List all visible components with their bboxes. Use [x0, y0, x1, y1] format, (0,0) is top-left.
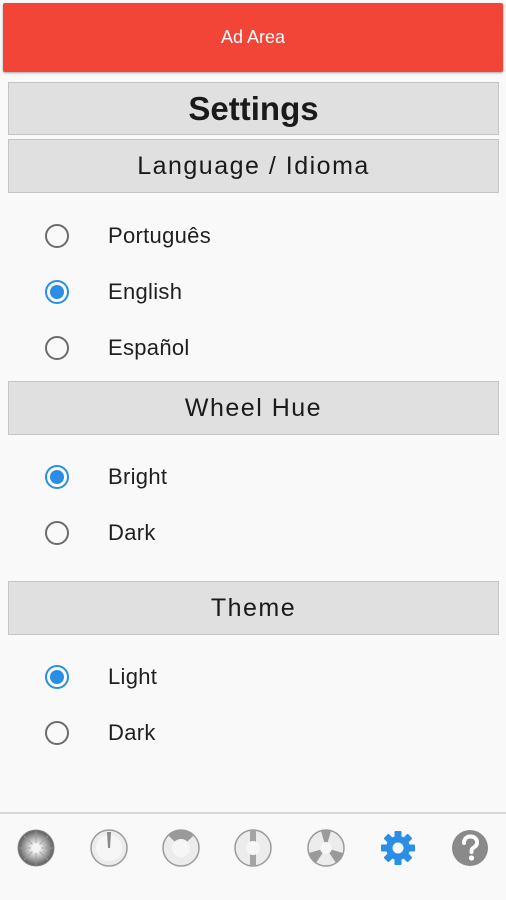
radio-button-espanol[interactable] — [45, 336, 69, 360]
radio-label-light: Light — [108, 664, 158, 689]
radio-button-english[interactable] — [45, 280, 69, 304]
radio-label-portugues: Português — [108, 223, 211, 248]
bottom-navigation — [0, 812, 506, 900]
nav-wheel-needle[interactable] — [89, 828, 129, 868]
radio-option-bright[interactable]: Bright — [0, 455, 506, 499]
radio-label-dark-theme: Dark — [108, 720, 156, 745]
ad-label: Ad Area — [220, 27, 286, 47]
gear-icon — [381, 831, 415, 865]
nav-wheel-three-sector[interactable] — [306, 828, 346, 868]
radio-button-dark-theme[interactable] — [45, 721, 69, 745]
nav-full-wheel[interactable] — [16, 828, 56, 868]
wheel-top-sector-icon — [162, 829, 200, 867]
section-title-theme: Theme — [210, 593, 297, 622]
wheel-vertical-split-icon — [234, 829, 272, 867]
section-title-wheel-hue: Wheel Hue — [184, 393, 323, 422]
section-header-language: Language / Idioma — [8, 139, 499, 193]
wheel-three-sector-icon — [307, 829, 345, 867]
radio-option-portugues[interactable]: Português — [0, 214, 506, 258]
radio-option-dark-theme[interactable]: Dark — [0, 711, 506, 755]
section-title-language: Language / Idioma — [137, 151, 370, 180]
nav-wheel-top-sector[interactable] — [161, 828, 201, 868]
radio-button-bright[interactable] — [45, 465, 69, 489]
ad-banner[interactable]: Ad Area — [3, 3, 503, 72]
nav-settings[interactable] — [378, 828, 418, 868]
radio-label-english: English — [108, 279, 183, 304]
radio-option-light[interactable]: Light — [0, 655, 506, 699]
wheel-needle-up-icon — [90, 829, 128, 867]
page-title: Settings — [8, 82, 499, 135]
radio-option-english[interactable]: English — [0, 270, 506, 314]
nav-wheel-vertical-split[interactable] — [233, 828, 273, 868]
radio-button-dark-hue[interactable] — [45, 521, 69, 545]
page-title-text: Settings — [188, 89, 319, 127]
section-header-wheel-hue: Wheel Hue — [8, 381, 499, 435]
radio-label-bright: Bright — [108, 464, 168, 489]
radio-button-portugues[interactable] — [45, 224, 69, 248]
full-wheel-icon — [17, 829, 55, 867]
radio-label-dark-hue: Dark — [108, 520, 156, 545]
nav-help[interactable] — [450, 828, 490, 868]
section-header-theme: Theme — [8, 581, 499, 635]
radio-button-light[interactable] — [45, 665, 69, 689]
radio-option-dark-hue[interactable]: Dark — [0, 511, 506, 555]
radio-option-espanol[interactable]: Español — [0, 326, 506, 370]
radio-label-espanol: Español — [108, 335, 190, 360]
help-icon — [452, 830, 488, 866]
